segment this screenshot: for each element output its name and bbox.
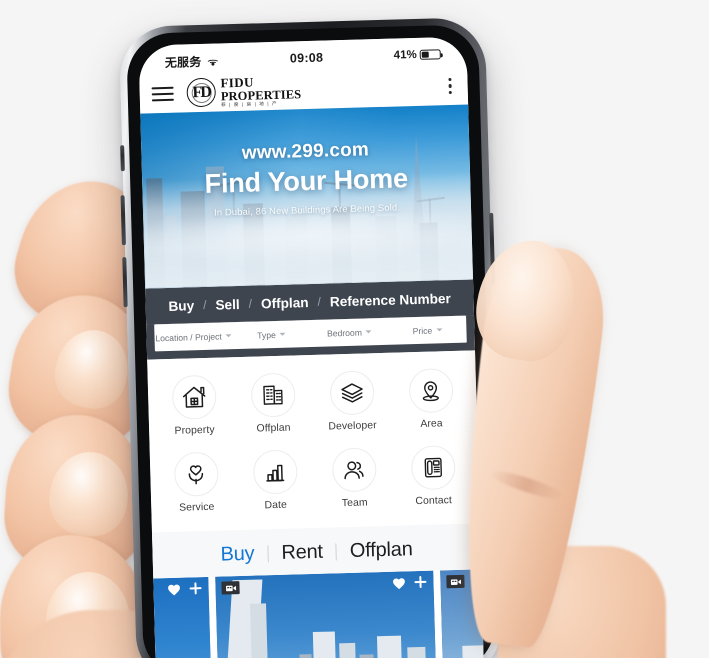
grid-row: Property Offplan Developer Area <box>154 364 472 444</box>
heart-in-hands-icon <box>173 451 219 497</box>
grid-item-label: Property <box>174 424 215 437</box>
grid-item-label: Developer <box>328 420 377 433</box>
nav-item-sell[interactable]: Sell <box>208 296 247 312</box>
filter-price[interactable]: Price <box>388 324 466 336</box>
phone-bezel: 无服务 09:08 41% FD FIDU PROPERTIES 菲 | 度 |… <box>126 24 496 658</box>
bar-chart-icon <box>252 449 298 495</box>
tab-rent[interactable]: Rent <box>268 540 336 565</box>
grid-item-label: Area <box>420 418 443 430</box>
grid-item-property[interactable]: Property <box>154 370 235 443</box>
card-tower <box>359 654 375 658</box>
map-pin-icon <box>408 368 454 414</box>
filter-label: Location / Project <box>155 330 222 343</box>
grid-item-team[interactable]: Team <box>314 443 395 516</box>
filter-label: Type <box>257 329 276 340</box>
tab-offplan[interactable]: Offplan <box>337 537 426 562</box>
grid-item-label: Offplan <box>256 422 291 435</box>
kebab-menu-icon[interactable] <box>446 74 454 98</box>
hero-title: Find Your Home <box>204 163 409 199</box>
grid-item-label: Team <box>341 497 368 510</box>
filter-label: Bedroom <box>326 327 363 339</box>
chevron-down-icon <box>279 332 286 336</box>
grid-item-label: Contact <box>415 495 453 508</box>
fingernail <box>48 323 136 415</box>
grid-row: Service Date Team Contact <box>156 441 474 521</box>
property-carousel[interactable] <box>153 569 484 658</box>
card-tower <box>250 603 269 658</box>
logo-wordmark: FIDU PROPERTIES 菲 | 度 | 房 | 地 | 产 <box>220 74 301 108</box>
status-right: 41% <box>393 48 441 62</box>
battery-percent-label: 41% <box>393 48 417 62</box>
finger <box>0 533 152 658</box>
thumb-base <box>498 546 666 658</box>
status-time: 09:08 <box>289 50 324 66</box>
property-card[interactable] <box>153 576 212 658</box>
plus-icon[interactable] <box>414 576 426 588</box>
smartphone: 无服务 09:08 41% FD FIDU PROPERTIES 菲 | 度 |… <box>118 17 504 658</box>
nav-item-offplan[interactable]: Offplan <box>254 294 316 311</box>
carrier-label: 无服务 <box>164 54 202 70</box>
property-card[interactable] <box>215 570 437 658</box>
filter-label: Price <box>412 325 433 336</box>
hamburger-menu-icon[interactable] <box>151 86 174 102</box>
grid-item-date[interactable]: Date <box>235 445 316 518</box>
heart-icon[interactable] <box>392 576 405 590</box>
hero-banner: www.299.com Find Your Home In Dubai, 86 … <box>140 104 474 289</box>
plus-icon[interactable] <box>189 582 201 594</box>
thumb-crease <box>487 466 567 504</box>
tab-buy[interactable]: Buy <box>207 542 267 567</box>
grid-item-contact[interactable]: Contact <box>393 441 474 514</box>
quick-links-grid: Property Offplan Developer Area Service … <box>147 350 480 533</box>
card-tower <box>376 635 403 658</box>
mute-switch[interactable] <box>120 145 125 172</box>
fingernail <box>45 448 133 540</box>
card-tower <box>407 646 427 658</box>
chevron-down-icon <box>436 328 443 332</box>
card-tower <box>339 642 357 658</box>
card-tower <box>312 631 337 658</box>
grid-item-service[interactable]: Service <box>156 447 237 520</box>
logo-line-3: 菲 | 度 | 房 | 地 | 产 <box>221 101 278 108</box>
header-spacer <box>301 86 446 90</box>
grid-item-offplan[interactable]: Offplan <box>232 368 313 441</box>
layers-icon <box>329 370 375 416</box>
wifi-icon <box>206 55 220 66</box>
nav-item-reference-number[interactable]: Reference Number <box>323 290 458 309</box>
property-card[interactable] <box>440 569 484 658</box>
grid-item-label: Date <box>264 499 288 512</box>
brand-logo[interactable]: FD FIDU PROPERTIES 菲 | 度 | 房 | 地 | 产 <box>186 74 301 109</box>
card-actions <box>167 582 201 596</box>
grid-item-developer[interactable]: Developer <box>311 366 392 439</box>
heart-icon[interactable] <box>167 583 180 596</box>
battery-icon <box>419 49 441 61</box>
card-actions <box>392 576 426 590</box>
scene: 无服务 09:08 41% FD FIDU PROPERTIES 菲 | 度 |… <box>0 0 709 658</box>
power-button[interactable] <box>489 212 496 285</box>
chevron-down-icon <box>225 334 232 338</box>
filter-location-project[interactable]: Location / Project <box>154 331 232 343</box>
house-icon <box>171 374 217 420</box>
grid-item-label: Service <box>178 501 215 514</box>
logo-line-2: PROPERTIES <box>220 86 302 103</box>
card-tower <box>299 654 313 658</box>
buildings-icon <box>250 372 296 418</box>
status-left: 无服务 <box>165 52 220 71</box>
hero-text-block: www.299.com Find Your Home In Dubai, 86 … <box>141 137 471 220</box>
fingernail <box>45 571 131 658</box>
people-icon <box>331 447 377 493</box>
chevron-down-icon <box>365 330 372 334</box>
vr-video-icon[interactable] <box>221 581 240 595</box>
phone-screen: 无服务 09:08 41% FD FIDU PROPERTIES 菲 | 度 |… <box>138 36 484 658</box>
vr-video-icon[interactable] <box>446 574 465 589</box>
filter-bedroom[interactable]: Bedroom <box>310 326 388 338</box>
filter-type[interactable]: Type <box>232 329 310 341</box>
desk-phone-icon <box>410 445 456 491</box>
nav-item-buy[interactable]: Buy <box>161 298 201 314</box>
grid-item-area[interactable]: Area <box>390 364 471 437</box>
logo-monogram-icon: FD <box>186 78 217 108</box>
card-tower <box>462 645 484 658</box>
